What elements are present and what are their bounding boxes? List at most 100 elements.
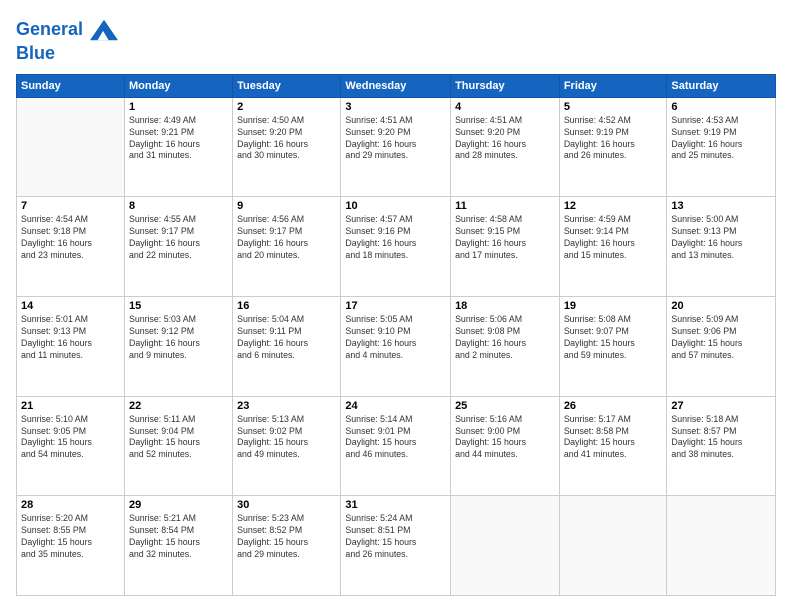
cell-details: Sunrise: 4:55 AM Sunset: 9:17 PM Dayligh… <box>129 214 228 262</box>
calendar-cell <box>451 496 560 596</box>
cell-details: Sunrise: 5:06 AM Sunset: 9:08 PM Dayligh… <box>455 314 555 362</box>
cell-details: Sunrise: 5:09 AM Sunset: 9:06 PM Dayligh… <box>671 314 771 362</box>
calendar-cell: 14 Sunrise: 5:01 AM Sunset: 9:13 PM Dayli… <box>17 297 125 397</box>
day-number: 20 <box>671 300 771 312</box>
logo-icon <box>90 16 118 44</box>
calendar-cell: 26Sunrise: 5:17 AM Sunset: 8:58 PM Dayli… <box>559 396 667 496</box>
cell-details: Sunrise: 4:49 AM Sunset: 9:21 PM Dayligh… <box>129 115 228 163</box>
logo-text: General Blue <box>16 16 118 64</box>
calendar-cell: 5 Sunrise: 4:52 AM Sunset: 9:19 PM Daylig… <box>559 97 667 197</box>
calendar-cell <box>667 496 776 596</box>
day-number: 28 <box>21 499 120 511</box>
calendar-cell: 27 Sunrise: 5:18 AM Sunset: 8:57 PM Dayli… <box>667 396 776 496</box>
calendar-cell: 12 Sunrise: 4:59 AM Sunset: 9:14 PM Dayli… <box>559 197 667 297</box>
day-number: 17 <box>345 300 446 312</box>
cell-details: Sunrise: 5:24 AM Sunset: 8:51 PM Dayligh… <box>345 513 446 561</box>
cell-details: Sunrise: 5:04 AM Sunset: 9:11 PM Dayligh… <box>237 314 336 362</box>
day-number: 19 <box>564 300 663 312</box>
cell-details: Sunrise: 5:00 AM Sunset: 9:13 PM Dayligh… <box>671 214 771 262</box>
calendar-header-row: SundayMondayTuesdayWednesdayThursdayFrid… <box>17 74 776 97</box>
day-number: 31 <box>345 499 446 511</box>
day-number: 6 <box>671 101 771 113</box>
calendar-cell: 29 Sunrise: 5:21 AM Sunset: 8:54 PM Dayli… <box>124 496 232 596</box>
col-header-thursday: Thursday <box>451 74 560 97</box>
cell-details: Sunrise: 4:56 AM Sunset: 9:17 PM Dayligh… <box>237 214 336 262</box>
calendar-cell: 13 Sunrise: 5:00 AM Sunset: 9:13 PM Dayli… <box>667 197 776 297</box>
cell-details: Sunrise: 4:51 AM Sunset: 9:20 PM Dayligh… <box>455 115 555 163</box>
logo: General Blue <box>16 16 118 64</box>
calendar-row-4: 28 Sunrise: 5:20 AM Sunset: 8:55 PM Dayli… <box>17 496 776 596</box>
cell-details: Sunrise: 4:50 AM Sunset: 9:20 PM Dayligh… <box>237 115 336 163</box>
calendar-cell: 10 Sunrise: 4:57 AM Sunset: 9:16 PM Dayli… <box>341 197 451 297</box>
calendar-cell: 22 Sunrise: 5:11 AM Sunset: 9:04 PM Dayli… <box>124 396 232 496</box>
cell-details: Sunrise: 4:53 AM Sunset: 9:19 PM Dayligh… <box>671 115 771 163</box>
logo-general: General <box>16 19 83 39</box>
calendar-cell: 4 Sunrise: 4:51 AM Sunset: 9:20 PM Daylig… <box>451 97 560 197</box>
cell-details: Sunrise: 4:59 AM Sunset: 9:14 PM Dayligh… <box>564 214 663 262</box>
cell-details: Sunrise: 4:54 AM Sunset: 9:18 PM Dayligh… <box>21 214 120 262</box>
calendar-cell <box>559 496 667 596</box>
cell-details: Sunrise: 5:23 AM Sunset: 8:52 PM Dayligh… <box>237 513 336 561</box>
day-number: 29 <box>129 499 228 511</box>
cell-details: Sunrise: 4:51 AM Sunset: 9:20 PM Dayligh… <box>345 115 446 163</box>
logo-blue: Blue <box>16 43 55 63</box>
day-number: 3 <box>345 101 446 113</box>
cell-details: Sunrise: 4:58 AM Sunset: 9:15 PM Dayligh… <box>455 214 555 262</box>
day-number: 25 <box>455 400 555 412</box>
calendar-cell: 8 Sunrise: 4:55 AM Sunset: 9:17 PM Daylig… <box>124 197 232 297</box>
calendar-cell: 1Sunrise: 4:49 AM Sunset: 9:21 PM Daylig… <box>124 97 232 197</box>
calendar-cell: 28 Sunrise: 5:20 AM Sunset: 8:55 PM Dayli… <box>17 496 125 596</box>
cell-details: Sunrise: 4:52 AM Sunset: 9:19 PM Dayligh… <box>564 115 663 163</box>
calendar-row-2: 14 Sunrise: 5:01 AM Sunset: 9:13 PM Dayli… <box>17 297 776 397</box>
calendar-cell: 11 Sunrise: 4:58 AM Sunset: 9:15 PM Dayli… <box>451 197 560 297</box>
day-number: 10 <box>345 200 446 212</box>
col-header-tuesday: Tuesday <box>233 74 341 97</box>
day-number: 22 <box>129 400 228 412</box>
calendar-row-3: 21 Sunrise: 5:10 AM Sunset: 9:05 PM Dayli… <box>17 396 776 496</box>
calendar-cell <box>17 97 125 197</box>
day-number: 18 <box>455 300 555 312</box>
calendar-cell: 16Sunrise: 5:04 AM Sunset: 9:11 PM Dayli… <box>233 297 341 397</box>
day-number: 7 <box>21 200 120 212</box>
calendar-table: SundayMondayTuesdayWednesdayThursdayFrid… <box>16 74 776 596</box>
col-header-saturday: Saturday <box>667 74 776 97</box>
cell-details: Sunrise: 4:57 AM Sunset: 9:16 PM Dayligh… <box>345 214 446 262</box>
cell-details: Sunrise: 5:10 AM Sunset: 9:05 PM Dayligh… <box>21 414 120 462</box>
calendar-cell: 15Sunrise: 5:03 AM Sunset: 9:12 PM Dayli… <box>124 297 232 397</box>
cell-details: Sunrise: 5:21 AM Sunset: 8:54 PM Dayligh… <box>129 513 228 561</box>
day-number: 24 <box>345 400 446 412</box>
header: General Blue <box>16 16 776 64</box>
cell-details: Sunrise: 5:18 AM Sunset: 8:57 PM Dayligh… <box>671 414 771 462</box>
calendar-cell: 7 Sunrise: 4:54 AM Sunset: 9:18 PM Daylig… <box>17 197 125 297</box>
col-header-monday: Monday <box>124 74 232 97</box>
day-number: 9 <box>237 200 336 212</box>
day-number: 4 <box>455 101 555 113</box>
cell-details: Sunrise: 5:01 AM Sunset: 9:13 PM Dayligh… <box>21 314 120 362</box>
col-header-friday: Friday <box>559 74 667 97</box>
cell-details: Sunrise: 5:17 AM Sunset: 8:58 PM Dayligh… <box>564 414 663 462</box>
calendar-cell: 31 Sunrise: 5:24 AM Sunset: 8:51 PM Dayli… <box>341 496 451 596</box>
calendar-cell: 9 Sunrise: 4:56 AM Sunset: 9:17 PM Daylig… <box>233 197 341 297</box>
day-number: 8 <box>129 200 228 212</box>
cell-details: Sunrise: 5:13 AM Sunset: 9:02 PM Dayligh… <box>237 414 336 462</box>
day-number: 27 <box>671 400 771 412</box>
day-number: 30 <box>237 499 336 511</box>
day-number: 21 <box>21 400 120 412</box>
calendar-cell: 23Sunrise: 5:13 AM Sunset: 9:02 PM Dayli… <box>233 396 341 496</box>
day-number: 14 <box>21 300 120 312</box>
cell-details: Sunrise: 5:16 AM Sunset: 9:00 PM Dayligh… <box>455 414 555 462</box>
day-number: 5 <box>564 101 663 113</box>
calendar-row-1: 7 Sunrise: 4:54 AM Sunset: 9:18 PM Daylig… <box>17 197 776 297</box>
calendar-cell: 30 Sunrise: 5:23 AM Sunset: 8:52 PM Dayli… <box>233 496 341 596</box>
day-number: 12 <box>564 200 663 212</box>
day-number: 13 <box>671 200 771 212</box>
calendar-row-0: 1Sunrise: 4:49 AM Sunset: 9:21 PM Daylig… <box>17 97 776 197</box>
calendar-cell: 17Sunrise: 5:05 AM Sunset: 9:10 PM Dayli… <box>341 297 451 397</box>
cell-details: Sunrise: 5:20 AM Sunset: 8:55 PM Dayligh… <box>21 513 120 561</box>
calendar-cell: 25 Sunrise: 5:16 AM Sunset: 9:00 PM Dayli… <box>451 396 560 496</box>
calendar-cell: 24Sunrise: 5:14 AM Sunset: 9:01 PM Dayli… <box>341 396 451 496</box>
calendar-cell: 19Sunrise: 5:08 AM Sunset: 9:07 PM Dayli… <box>559 297 667 397</box>
day-number: 2 <box>237 101 336 113</box>
cell-details: Sunrise: 5:11 AM Sunset: 9:04 PM Dayligh… <box>129 414 228 462</box>
day-number: 11 <box>455 200 555 212</box>
